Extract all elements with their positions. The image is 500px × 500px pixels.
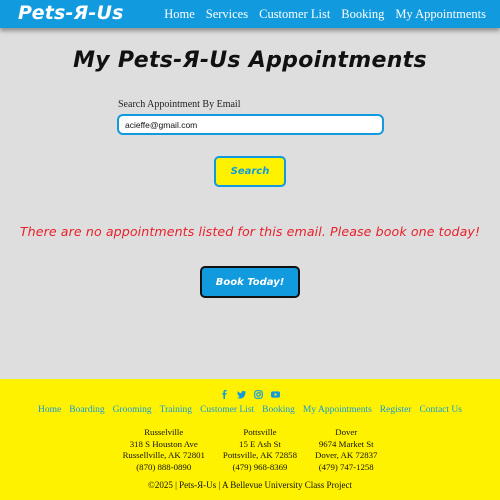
location-phone: (479) 968-8369 bbox=[232, 461, 288, 472]
footer-link-contact-us[interactable]: Contact Us bbox=[419, 405, 461, 415]
copyright-text: ©2025 | Pets-Я-Us | A Bellevue Universit… bbox=[148, 480, 352, 490]
nav-link-services[interactable]: Services bbox=[206, 7, 248, 22]
nav-link-my-appointments[interactable]: My Appointments bbox=[395, 7, 486, 22]
book-today-button[interactable]: Book Today! bbox=[200, 266, 300, 298]
location-region: Pottsville, AK 72858 bbox=[222, 450, 297, 460]
footer-links: Home Boarding Grooming Training Customer… bbox=[0, 405, 500, 415]
nav-links: Home Services Customer List Booking My A… bbox=[164, 7, 486, 22]
location-phone: (870) 888-0890 bbox=[136, 461, 192, 472]
nav-link-customer-list[interactable]: Customer List bbox=[259, 7, 330, 22]
footer-link-customer-list[interactable]: Customer List bbox=[200, 405, 254, 415]
footer-link-my-appointments[interactable]: My Appointments bbox=[303, 405, 372, 415]
footer: Home Boarding Grooming Training Customer… bbox=[0, 379, 500, 500]
nav-link-home[interactable]: Home bbox=[164, 7, 195, 22]
page-title: My Pets-Я-Us Appointments bbox=[73, 48, 427, 73]
brand-logo[interactable]: Pets-Я-Us bbox=[18, 2, 124, 24]
footer-link-booking[interactable]: Booking bbox=[262, 405, 295, 415]
location-city: Russelville bbox=[144, 427, 184, 437]
store-locations: Russelville 318 S Houston Ave Russellvil… bbox=[0, 427, 500, 473]
location-region: Russellville, AK 72801 bbox=[122, 450, 205, 460]
social-links bbox=[0, 390, 500, 399]
email-search-input[interactable] bbox=[117, 114, 384, 135]
youtube-icon[interactable] bbox=[271, 390, 280, 399]
instagram-icon[interactable] bbox=[254, 390, 263, 399]
footer-link-grooming[interactable]: Grooming bbox=[113, 405, 152, 415]
facebook-icon[interactable] bbox=[220, 390, 229, 399]
location-russelville: Russelville 318 S Houston Ave Russellvil… bbox=[123, 427, 205, 473]
footer-link-register[interactable]: Register bbox=[380, 405, 412, 415]
location-street: 9674 Market St bbox=[318, 438, 374, 449]
location-city: Dover bbox=[335, 427, 358, 437]
location-city: Pottsville bbox=[243, 427, 277, 437]
footer-link-home[interactable]: Home bbox=[38, 405, 61, 415]
nav-link-booking[interactable]: Booking bbox=[341, 7, 384, 22]
location-pottsville: Pottsville 15 E Ash St Pottsville, AK 72… bbox=[223, 427, 297, 473]
location-dover: Dover 9674 Market St Dover, AK 72837 (47… bbox=[315, 427, 377, 473]
location-region: Dover, AK 72837 bbox=[314, 450, 378, 460]
location-street: 318 S Houston Ave bbox=[129, 438, 198, 449]
location-street: 15 E Ash St bbox=[239, 438, 281, 449]
footer-link-training[interactable]: Training bbox=[160, 405, 192, 415]
footer-link-boarding[interactable]: Boarding bbox=[69, 405, 104, 415]
top-navbar: Pets-Я-Us Home Services Customer List Bo… bbox=[0, 0, 500, 28]
location-phone: (479) 747-1258 bbox=[318, 461, 374, 472]
email-search-label: Search Appointment By Email bbox=[118, 99, 241, 110]
twitter-icon[interactable] bbox=[237, 390, 246, 399]
search-button[interactable]: Search bbox=[214, 156, 286, 187]
no-appointments-message: There are no appointments listed for thi… bbox=[19, 224, 481, 239]
